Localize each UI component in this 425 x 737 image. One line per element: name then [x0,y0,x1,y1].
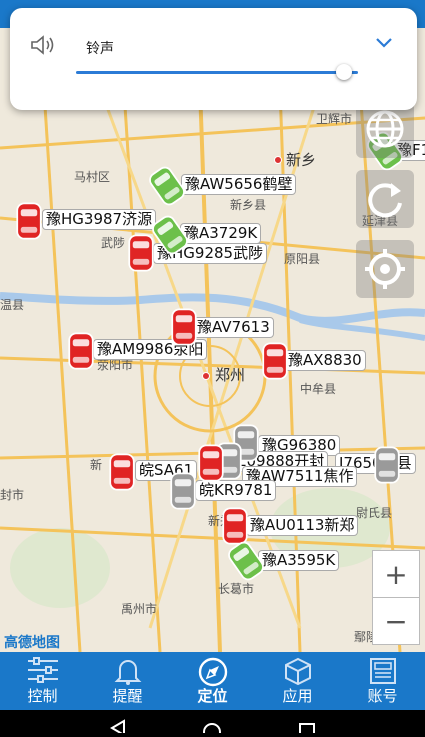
vehicle-label[interactable]: 豫AU0113新郑 [246,515,359,536]
crosshair-icon [365,249,405,289]
refresh-button[interactable] [356,170,414,228]
bell-icon [114,660,141,685]
chevron-down-icon[interactable] [374,36,394,50]
system-nav-buttons [110,719,315,737]
place-label: 中牟县 [300,382,337,396]
car-marker-icon[interactable] [164,307,204,347]
tab-label: 应用 [282,687,313,705]
place-label: 尉氏县 [356,506,393,520]
tab-control[interactable]: 控制 [0,652,85,710]
vehicle-label[interactable]: 皖KR9781 [195,480,277,501]
vehicle-label[interactable]: 豫A3729K [180,223,262,244]
car-marker-icon[interactable] [255,341,295,381]
tab-account[interactable]: 账号 [340,652,425,710]
vehicle-label[interactable]: 豫AX8830 [284,350,366,371]
car-marker-icon[interactable] [215,506,255,546]
tab-locate[interactable]: 定位 [170,652,255,710]
car-marker-icon[interactable] [147,166,187,206]
vehicle-label[interactable]: 豫AW5656鹤壁 [181,174,297,195]
place-label: 温县 [0,298,25,312]
tab-label: 控制 [27,687,58,705]
place-label: 禹州市 [121,602,158,616]
place-label: 长葛市 [218,582,255,596]
vehicle-label[interactable]: 豫A3595K [258,550,340,571]
place-label: 新 [90,458,103,472]
car-marker-icon[interactable] [61,331,101,371]
place-label: 卫辉市 [316,112,353,126]
bottom-tab-bar: 控制 提醒 定位 应用 账号 [0,652,425,710]
tab-label: 提醒 [112,687,143,705]
place-label: 新乡 [286,151,317,169]
car-marker-icon[interactable] [226,541,266,581]
place-label: 封市 [0,488,25,502]
place-label: 原阳县 [284,252,321,266]
city-marker-icon [274,156,282,164]
map-view[interactable]: 卫辉市 新乡 新乡县 马村区 武陟 原阳县 延津县 温县 荥阳市 郑州 中牟县 … [0,28,425,652]
car-marker-icon[interactable] [9,201,49,241]
newspaper-icon [369,658,396,684]
tab-apps[interactable]: 应用 [255,652,340,710]
system-nav-bar [0,710,425,737]
tab-alert[interactable]: 提醒 [85,652,170,710]
volume-popup: 铃声 [10,8,417,110]
zoom-out-button[interactable]: − [372,597,420,645]
tab-label: 定位 [197,687,228,705]
my-location-button[interactable] [356,240,414,298]
car-marker-icon[interactable] [367,445,407,485]
zoom-in-button[interactable]: + [372,550,420,598]
volume-label: 铃声 [86,41,114,57]
car-marker-icon[interactable] [102,452,142,492]
vehicle-label[interactable]: 豫AV7613 [193,317,274,338]
globe-icon [366,110,404,148]
tab-label: 账号 [367,687,398,705]
car-marker-icon[interactable] [163,471,203,511]
refresh-icon [368,183,402,218]
volume-slider-track[interactable] [76,71,358,74]
sliders-icon [27,657,58,683]
speaker-icon[interactable] [30,34,56,56]
recents-icon[interactable] [299,723,315,737]
home-icon[interactable] [203,723,221,737]
cube-icon [284,657,311,686]
map-logo: 高德地图 [4,635,60,651]
place-label: 新乡县 [230,198,267,212]
volume-slider-thumb[interactable] [335,64,352,80]
place-label: 郑州 [215,366,246,384]
back-icon[interactable] [110,719,125,737]
car-marker-icon[interactable] [121,233,161,273]
compass-icon [198,657,227,687]
place-label: 马村区 [74,170,111,184]
city-marker-icon [202,372,210,380]
vehicle-label[interactable]: 豫HG3987济源 [42,209,157,230]
